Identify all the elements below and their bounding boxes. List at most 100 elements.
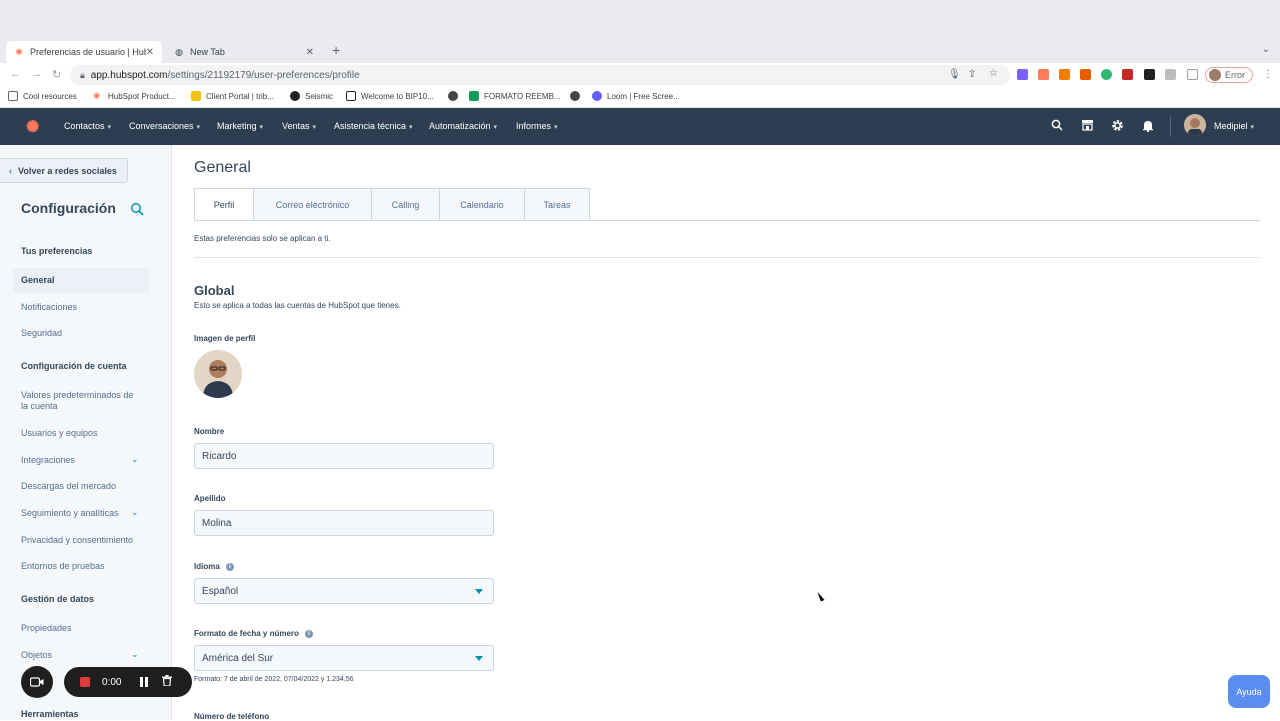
section-description: Esto se aplica a todas las cuentas de Hu…: [194, 301, 401, 310]
browser-tab-new[interactable]: ◍ New Tab ✕: [166, 41, 322, 63]
bell-icon[interactable]: [1142, 119, 1154, 135]
bookmark-label: Cool resources: [23, 91, 77, 101]
chevron-down-icon[interactable]: ⌄: [1262, 44, 1270, 55]
new-tab-button[interactable]: +: [332, 42, 340, 58]
bookmark-star-icon[interactable]: ☆: [989, 68, 998, 79]
sidebar-item-sandboxes[interactable]: Entornos de pruebas: [13, 561, 149, 572]
recording-controls: 0:00: [64, 667, 192, 697]
first-name-field[interactable]: Ricardo: [194, 443, 494, 469]
language-label: Idioma i: [194, 562, 234, 571]
microphone-icon[interactable]: 🎙︎: [948, 69, 961, 80]
more-menu-icon[interactable]: ⋮: [1263, 69, 1273, 80]
chevron-down-icon[interactable]: ⌄: [131, 649, 139, 660]
camera-toggle-button[interactable]: [21, 666, 53, 698]
sidebar-item-objects[interactable]: Objetos: [13, 650, 149, 661]
date-format-select[interactable]: América del Sur: [194, 645, 494, 671]
sidebar-item-notifications[interactable]: Notificaciones: [13, 302, 149, 313]
nav-asistencia[interactable]: Asistencia técnica ▾: [334, 121, 413, 131]
extension-icon[interactable]: [1144, 69, 1155, 80]
back-arrow-icon[interactable]: ←: [10, 68, 21, 80]
tab-perfil[interactable]: Perfil: [194, 188, 254, 221]
window-top-area: [0, 0, 1280, 38]
marketplace-icon[interactable]: [1081, 119, 1094, 134]
sidebar-item-tracking[interactable]: Seguimiento y analíticas: [13, 508, 149, 519]
nav-informes[interactable]: Informes ▾: [516, 121, 558, 131]
tab-title: New Tab: [190, 47, 225, 57]
back-button[interactable]: ‹ Volver a redes sociales: [0, 158, 128, 183]
sidebar-item-defaults[interactable]: Valores predeterminados de la cuenta: [13, 390, 138, 412]
sidebar-item-users[interactable]: Usuarios y equipos: [13, 428, 149, 439]
extension-icon[interactable]: [1101, 69, 1112, 80]
hubspot-extension-icon[interactable]: [1038, 69, 1049, 80]
bookmark-item[interactable]: ✺ HubSpot Product...: [93, 91, 176, 101]
forward-arrow-icon[interactable]: →: [31, 68, 42, 80]
reload-icon[interactable]: ↻: [52, 68, 61, 81]
bookmark-item[interactable]: Seismic: [290, 91, 333, 101]
gear-icon[interactable]: [1111, 119, 1124, 135]
chevron-down-icon: ▾: [259, 124, 264, 131]
date-format-value: América del Sur: [202, 652, 274, 664]
address-bar[interactable]: 🔒︎ app.hubspot.com/settings/21192179/use…: [70, 65, 1010, 85]
extension-icon[interactable]: [1122, 69, 1133, 80]
sidebar-item-marketplace[interactable]: Descargas del mercado: [13, 481, 149, 492]
sidepanel-icon[interactable]: [1187, 69, 1198, 80]
tab-correo[interactable]: Correo electrónico: [254, 188, 372, 221]
chevron-down-icon[interactable]: ⌄: [131, 507, 139, 518]
trash-icon[interactable]: [162, 675, 172, 689]
language-select[interactable]: Español: [194, 578, 494, 604]
info-icon[interactable]: i: [225, 562, 234, 571]
bookmark-folder[interactable]: Cool resources: [8, 91, 77, 101]
extension-icon[interactable]: [1017, 69, 1028, 80]
sidebar-item-general[interactable]: General: [13, 268, 149, 293]
bookmark-item[interactable]: FORMATO REEMB...: [469, 91, 561, 101]
search-icon[interactable]: [130, 202, 144, 216]
bookmark-item[interactable]: [570, 91, 585, 101]
tab-title: Preferencias de usuario | HubSp: [30, 47, 146, 57]
section-heading: Gestión de datos: [21, 594, 95, 604]
bookmark-item[interactable]: Client Portal | trib...: [191, 91, 274, 101]
pause-button[interactable]: [140, 677, 148, 687]
last-name-field[interactable]: Molina: [194, 510, 494, 536]
bookmark-label: Welcome to BIP10...: [361, 91, 434, 101]
hubspot-top-nav: ✺ Contactos ▾ Conversaciones ▾ Marketing ▾ …: [0, 108, 1280, 145]
hubspot-icon: ✺: [93, 91, 101, 101]
tab-calendario[interactable]: Calendario: [440, 188, 525, 221]
bookmark-label: FORMATO REEMB...: [484, 91, 561, 101]
nav-contactos[interactable]: Contactos ▾: [64, 121, 111, 131]
sidebar-item-integrations[interactable]: Integraciones: [13, 455, 149, 466]
profile-error-button[interactable]: Error: [1205, 67, 1253, 83]
tab-calling[interactable]: Calling: [372, 188, 440, 221]
last-name-label: Apellido: [194, 494, 226, 503]
seismic-icon: [290, 91, 300, 101]
nav-ventas[interactable]: Ventas ▾: [282, 121, 316, 131]
bookmark-item[interactable]: [448, 91, 463, 101]
tab-tareas[interactable]: Tareas: [525, 188, 590, 221]
account-menu[interactable]: Medipiel ▾: [1214, 121, 1254, 131]
share-icon[interactable]: ⇪: [968, 69, 976, 80]
puzzle-icon[interactable]: [1165, 69, 1176, 80]
nav-label: Ventas: [282, 121, 310, 131]
nav-marketing[interactable]: Marketing ▾: [217, 121, 263, 131]
search-icon[interactable]: [1051, 119, 1063, 134]
profile-picture[interactable]: [194, 350, 242, 398]
chevron-down-icon: ▾: [1250, 124, 1255, 131]
help-button[interactable]: Ayuda: [1228, 675, 1270, 708]
close-tab-icon[interactable]: ✕: [306, 47, 314, 58]
sidebar-item-security[interactable]: Seguridad: [13, 328, 149, 339]
nav-automatizacion[interactable]: Automatización ▾: [429, 121, 497, 131]
hubspot-logo-icon[interactable]: ✺: [26, 117, 39, 137]
extension-icon[interactable]: [1059, 69, 1070, 80]
nav-conversaciones[interactable]: Conversaciones ▾: [129, 121, 200, 131]
browser-tab-hubspot[interactable]: ✺ Preferencias de usuario | HubSp ✕: [6, 41, 162, 63]
bookmark-item[interactable]: Loom | Free Scree...: [592, 91, 680, 101]
extension-icon[interactable]: [1080, 69, 1091, 80]
close-tab-icon[interactable]: ✕: [146, 47, 154, 58]
tabs-divider: [194, 220, 1260, 221]
bookmark-item[interactable]: Welcome to BIP10...: [346, 91, 434, 101]
sidebar-item-properties[interactable]: Propiedades: [13, 623, 149, 634]
info-icon[interactable]: i: [304, 629, 313, 638]
chevron-down-icon[interactable]: ⌄: [131, 454, 139, 465]
avatar[interactable]: [1184, 114, 1206, 136]
stop-recording-button[interactable]: [80, 677, 90, 687]
sidebar-item-privacy[interactable]: Privacidad y consentimiento: [13, 535, 149, 546]
